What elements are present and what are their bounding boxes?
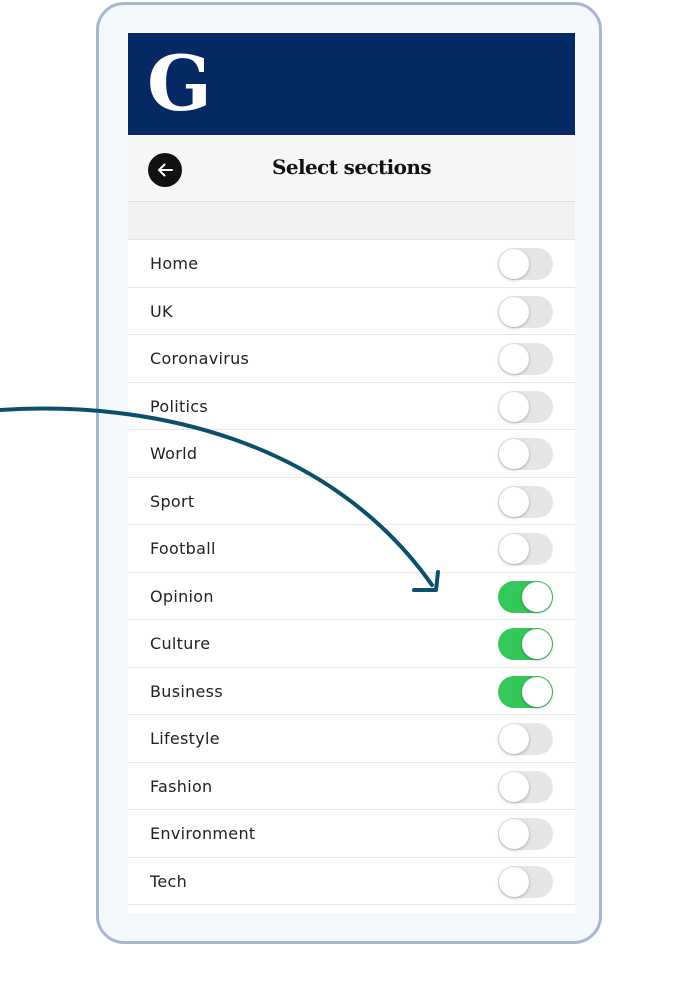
- toggle-knob: [499, 344, 529, 374]
- toggle-knob: [499, 249, 529, 279]
- page: G Select sections Home UK Coronavirus Polit…: [0, 0, 696, 1008]
- section-row-sport: Sport: [128, 478, 575, 525]
- toggle-knob: [499, 771, 529, 802]
- section-label: Sport: [150, 491, 195, 511]
- section-row-uk: UK: [128, 288, 575, 335]
- toggle-knob: [522, 581, 552, 612]
- section-row-environment: Environment: [128, 810, 575, 858]
- section-label: UK: [150, 301, 173, 321]
- section-row-business: Business: [128, 668, 575, 715]
- masthead: G: [128, 33, 575, 135]
- section-list-header: [128, 202, 575, 240]
- section-label: Lifestyle: [150, 729, 220, 748]
- section-toggle-sport[interactable]: [498, 485, 553, 518]
- toggle-knob: [499, 819, 529, 849]
- toggle-knob: [499, 866, 529, 897]
- section-label: Fashion: [150, 776, 213, 796]
- toggle-knob: [499, 439, 529, 469]
- section-row-football: Football: [128, 525, 575, 573]
- section-label: Football: [150, 539, 216, 558]
- section-label: Business: [150, 681, 223, 701]
- guardian-logo: G: [147, 39, 212, 128]
- section-row-coronavirus: Coronavirus: [128, 335, 575, 383]
- section-label: Coronavirus: [150, 349, 250, 368]
- toggle-knob: [522, 629, 552, 659]
- section-list: Home UK Coronavirus Politics World Sport Footb…: [128, 240, 575, 905]
- section-toggle-culture[interactable]: [498, 628, 553, 660]
- page-title: Select sections: [271, 155, 432, 179]
- section-label: Opinion: [150, 586, 214, 606]
- section-toggle-business[interactable]: [498, 675, 553, 708]
- toggle-knob: [499, 296, 529, 327]
- section-toggle-world[interactable]: [498, 438, 553, 470]
- section-label: World: [150, 444, 198, 463]
- phone-screen: G Select sections Home UK Coronavirus Polit…: [128, 33, 575, 913]
- section-toggle-fashion[interactable]: [498, 770, 553, 803]
- section-row-fashion: Fashion: [128, 763, 575, 810]
- section-row-politics: Politics: [128, 383, 575, 430]
- section-row-world: World: [128, 430, 575, 478]
- section-toggle-football[interactable]: [498, 533, 553, 565]
- section-toggle-opinion[interactable]: [498, 580, 553, 613]
- section-toggle-tech[interactable]: [498, 865, 553, 898]
- section-label: Politics: [150, 396, 209, 416]
- toggle-knob: [499, 534, 529, 564]
- toggle-knob: [499, 391, 529, 422]
- section-toggle-politics[interactable]: [498, 390, 553, 423]
- section-toggle-lifestyle[interactable]: [498, 723, 553, 755]
- title-bar: Select sections: [128, 135, 575, 202]
- section-label: Home: [150, 254, 199, 273]
- section-toggle-home[interactable]: [498, 248, 553, 280]
- section-row-lifestyle: Lifestyle: [128, 715, 575, 763]
- toggle-knob: [499, 724, 529, 754]
- section-row-culture: Culture: [128, 620, 575, 668]
- section-label: Environment: [150, 824, 256, 843]
- section-toggle-environment[interactable]: [498, 818, 553, 850]
- section-row-tech: Tech: [128, 858, 575, 905]
- section-row-home: Home: [128, 240, 575, 288]
- section-label: Tech: [150, 871, 188, 891]
- section-toggle-uk[interactable]: [498, 295, 553, 328]
- section-row-opinion: Opinion: [128, 573, 575, 620]
- section-label: Culture: [150, 634, 211, 653]
- section-toggle-coronavirus[interactable]: [498, 343, 553, 375]
- toggle-knob: [499, 486, 529, 517]
- toggle-knob: [522, 676, 552, 707]
